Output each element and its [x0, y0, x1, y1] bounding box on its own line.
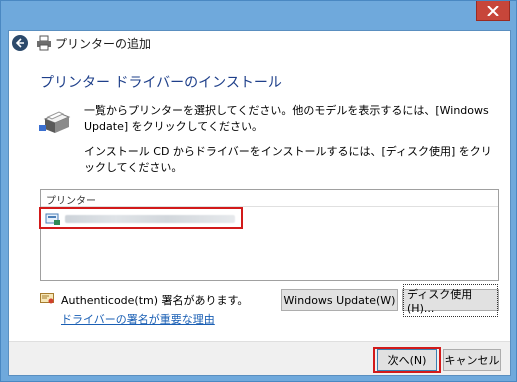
certificate-icon — [40, 293, 54, 304]
windows-update-button[interactable]: Windows Update(W) — [281, 289, 398, 311]
instruction-text-disk: インストール CD からドライバーをインストールするには、[ディスク使用] をク… — [84, 145, 492, 174]
dialog-header: プリンターの追加 — [9, 31, 510, 54]
dialog-window: プリンターの追加 プリンター ドライバーのインストール 一覧からプリンターを選択… — [0, 0, 517, 382]
printer-model-name-blurred — [65, 215, 235, 223]
printer-list-header: プリンター — [41, 190, 498, 207]
dialog-client-area: プリンターの追加 プリンター ドライバーのインストール 一覧からプリンターを選択… — [8, 30, 511, 376]
window-title: プリンターの追加 — [55, 37, 152, 51]
cancel-button[interactable]: キャンセル — [443, 349, 501, 371]
printer-list-item[interactable] — [43, 211, 241, 227]
printer-list[interactable]: プリンター — [40, 189, 499, 281]
close-icon — [487, 5, 499, 16]
page-heading: プリンター ドライバーのインストール — [40, 75, 282, 91]
have-disk-button[interactable]: ディスク使用(H)... — [402, 283, 499, 317]
close-button[interactable] — [476, 1, 510, 21]
printer-icon — [39, 111, 71, 133]
next-button-label: 次へ(N) — [387, 354, 427, 367]
next-button[interactable]: 次へ(N) — [377, 349, 437, 371]
printer-driver-icon — [45, 213, 60, 225]
back-button[interactable] — [12, 35, 28, 51]
back-arrow-icon — [15, 38, 24, 48]
signature-info-link[interactable]: ドライバーの署名が重要な理由 — [61, 311, 215, 327]
have-disk-button-label: ディスク使用(H)... — [403, 283, 498, 317]
printer-icon — [37, 35, 51, 51]
windows-update-button-label: Windows Update(W) — [283, 293, 396, 307]
signature-status: Authenticode(tm) 署名があります。 — [61, 294, 249, 307]
instruction-text-list: 一覧からプリンターを選択してください。他のモデルを表示するには、[Windows… — [84, 104, 489, 133]
cancel-button-label: キャンセル — [444, 354, 500, 367]
